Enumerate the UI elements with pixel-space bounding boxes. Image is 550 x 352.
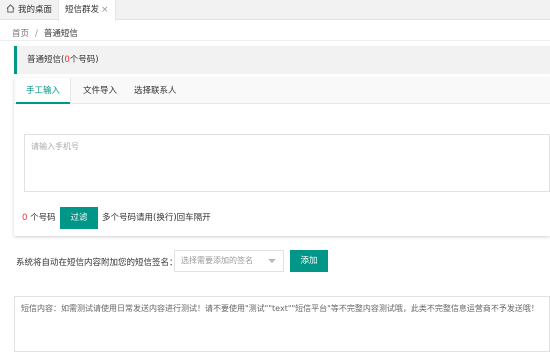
tab-bar: 我的桌面 短信群发 × xyxy=(0,0,550,21)
phone-input[interactable]: 请输入手机号 xyxy=(24,134,550,192)
title-suffix: 个号码) xyxy=(69,55,99,65)
tab-sms-bulk-label: 短信群发 xyxy=(65,5,100,15)
title-prefix: 普通短信( xyxy=(27,55,65,65)
home-icon xyxy=(6,1,15,21)
breadcrumb: 首页 / 普通短信 xyxy=(12,27,78,39)
signature-select-placeholder: 选择需要添加的签名 xyxy=(181,256,253,265)
filter-button[interactable]: 过滤 xyxy=(60,207,98,229)
tab-file-import[interactable]: 文件导入 xyxy=(83,78,117,104)
number-count-unit: 个号码 xyxy=(27,213,56,223)
page-title: 普通短信(0个号码) xyxy=(14,46,550,74)
breadcrumb-home[interactable]: 首页 xyxy=(12,29,29,39)
tab-select-contacts[interactable]: 选择联系人 xyxy=(134,78,177,104)
tab-sms-bulk[interactable]: 短信群发 × xyxy=(58,0,116,21)
chevron-down-icon xyxy=(268,259,276,263)
close-icon[interactable]: × xyxy=(101,0,109,20)
tab-home[interactable]: 我的桌面 xyxy=(0,0,58,20)
number-count: 0 个号码 xyxy=(22,207,56,229)
sms-content-input[interactable]: 短信内容：如需测试请使用日常发送内容进行测试！请不要使用"测试""text""短… xyxy=(14,296,550,352)
input-method-tabs: 手工输入 文件导入 选择联系人 xyxy=(14,78,550,105)
signature-select[interactable]: 选择需要添加的签名 xyxy=(174,250,284,272)
signature-label: 系统将自动在短信内容附加您的短信签名： xyxy=(16,258,178,268)
divider xyxy=(0,40,550,41)
separator-hint: 多个号码请用(换行)回车隔开 xyxy=(102,213,211,223)
breadcrumb-separator: / xyxy=(35,29,38,39)
breadcrumb-current: 普通短信 xyxy=(43,29,78,39)
recipient-card: 手工输入 文件导入 选择联系人 请输入手机号 0 个号码 过滤 多个号码请用(换… xyxy=(14,78,550,236)
tab-home-label: 我的桌面 xyxy=(18,5,53,15)
add-signature-button[interactable]: 添加 xyxy=(290,250,328,272)
tab-manual-input[interactable]: 手工输入 xyxy=(16,78,71,105)
